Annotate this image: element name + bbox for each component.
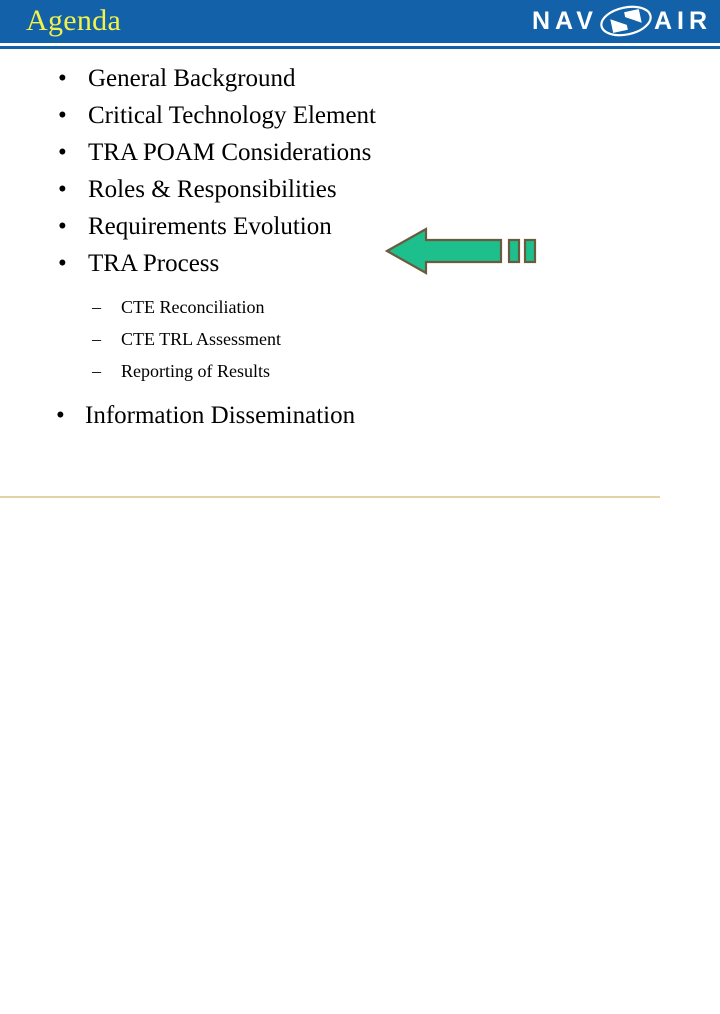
bullet-marker: •	[58, 250, 67, 277]
sub-list-item-label: Reporting of Results	[121, 361, 270, 381]
agenda-list: • General Background • Critical Technolo…	[0, 60, 720, 434]
list-item: • TRA Process	[0, 245, 720, 282]
sub-list-item-label: CTE TRL Assessment	[121, 329, 282, 349]
page-title: Agenda	[26, 4, 122, 37]
sub-list-item-label: CTE Reconciliation	[121, 297, 265, 317]
footer-logo: NAVAL AVIATION TECHNOLOGIES	[598, 480, 716, 536]
bullet-marker: •	[58, 139, 67, 166]
sub-bullet-marker: –	[92, 361, 101, 381]
list-item: • Critical Technology Element	[0, 97, 720, 134]
list-item-label: General Background	[88, 65, 296, 92]
list-item: • Roles & Responsibilities	[0, 171, 720, 208]
bullet-marker: •	[58, 176, 67, 203]
list-item: • General Background	[0, 60, 720, 97]
list-item: • Requirements Evolution	[0, 208, 720, 245]
left-pointing-arrow-icon	[385, 227, 537, 275]
navair-logo-text-right: AIR	[653, 7, 712, 35]
bullet-marker: •	[56, 402, 65, 429]
list-item-label: Roles & Responsibilities	[88, 176, 337, 203]
sub-list-item: – CTE TRL Assessment	[0, 323, 720, 355]
bullet-marker: •	[58, 102, 67, 129]
sub-bullet-marker: –	[92, 329, 101, 349]
header-accent-rule	[0, 46, 720, 49]
sub-bullet-marker: –	[92, 297, 101, 317]
list-item: • Information Dissemination	[0, 397, 720, 434]
list-item-label: TRA POAM Considerations	[88, 139, 372, 166]
footer-divider	[0, 496, 660, 498]
list-item-label: Information Dissemination	[85, 402, 356, 429]
bullet-marker: •	[58, 213, 67, 240]
sub-list-item: – CTE Reconciliation	[0, 291, 720, 323]
list-item-label: Requirements Evolution	[88, 213, 332, 240]
bullet-marker: •	[58, 65, 67, 92]
list-item-label: TRA Process	[88, 250, 220, 277]
navair-swoosh-icon	[600, 5, 652, 37]
list-item-label: Critical Technology Element	[88, 102, 376, 129]
sub-list-item: – Reporting of Results	[0, 355, 720, 387]
list-item: • TRA POAM Considerations	[0, 134, 720, 171]
navair-logo: NAV AIR	[532, 4, 712, 38]
navair-logo-text-left: NAV	[532, 7, 598, 35]
